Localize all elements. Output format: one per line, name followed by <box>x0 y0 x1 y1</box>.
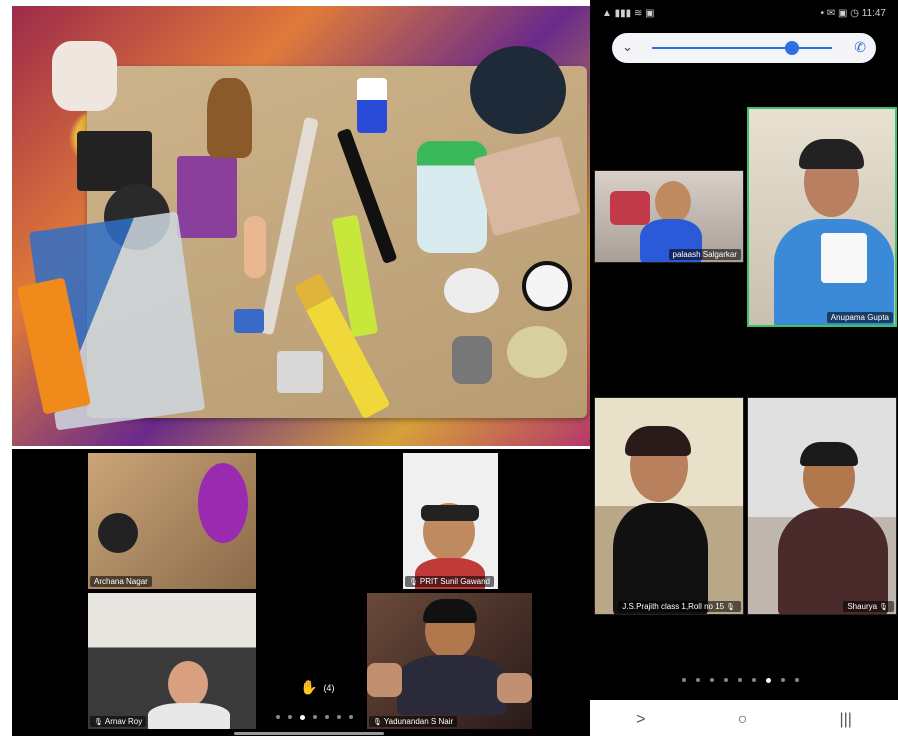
object-charger <box>77 131 152 191</box>
status-icons-left: ▲ ▮▮▮ ≋ ▣ <box>602 7 655 19</box>
meeting-gallery-left: Archana Nagar 🎙 PRIT Sunil Gawand 🎙 Arnav … <box>12 449 590 736</box>
back-button[interactable]: > <box>636 711 645 729</box>
video-tile-archana-nagar[interactable]: Archana Nagar <box>88 453 256 589</box>
mic-muted-icon: 🎙 <box>726 604 735 611</box>
page-indicator-dots-right <box>682 678 799 683</box>
participant-name-label: palaash Salgarkar <box>668 249 741 260</box>
video-tile-arnav-roy[interactable]: 🎙 Arnav Roy <box>88 593 256 729</box>
object-battery <box>357 78 387 133</box>
object-padlock <box>452 336 492 384</box>
scroll-handle[interactable] <box>234 732 384 735</box>
object-purple-clip <box>177 156 237 238</box>
participant-name-label: J.S.Prajith class 1,Roll no 15 🎙 <box>618 601 741 612</box>
mic-muted-icon: 🎙 <box>409 579 418 586</box>
home-button[interactable]: ○ <box>738 711 748 729</box>
status-bar: ▲ ▮▮▮ ≋ ▣ • ✉ ▣ ◷ 11:47 <box>590 0 898 26</box>
page-indicator-dots-left <box>276 715 353 720</box>
video-tile-prit-sunil-gawand[interactable]: 🎙 PRIT Sunil Gawand <box>403 453 498 589</box>
raised-hand-icon: ✋ <box>300 679 318 695</box>
mic-muted-icon: 🎙 <box>373 719 382 726</box>
video-tile-js-prajith[interactable]: J.S.Prajith class 1,Roll no 15 🎙 <box>594 397 744 615</box>
volume-slider-thumb[interactable] <box>785 41 799 55</box>
object-panda-toy <box>522 261 572 311</box>
mic-muted-icon: 🎙 <box>94 719 103 726</box>
object-tape-clear <box>507 326 567 378</box>
recents-button[interactable]: ||| <box>839 711 851 729</box>
chevron-down-icon[interactable]: ⌄ <box>622 39 633 55</box>
object-brush <box>207 78 252 158</box>
object-doll <box>244 216 266 278</box>
participant-name-label: 🎙 Yadunandan S Nair <box>369 716 458 727</box>
video-tile-anupama-gupta[interactable]: Anupama Gupta <box>747 107 897 327</box>
object-shells <box>52 41 117 111</box>
volume-slider-panel[interactable]: ⌄ ✆ <box>612 33 876 63</box>
participant-name-label: 🎙 Arnav Roy <box>90 716 147 727</box>
status-time: 11:47 <box>861 7 886 19</box>
participant-name-label: 🎙 PRIT Sunil Gawand <box>405 576 494 587</box>
object-stapler <box>277 351 323 393</box>
video-tile-yadunandan-s-nair[interactable]: 🎙 Yadunandan S Nair <box>367 593 532 729</box>
participant-name-label: Archana Nagar <box>90 576 152 587</box>
mic-muted-icon: 🎙 <box>879 604 888 611</box>
phone-call-icon[interactable]: ✆ <box>854 39 866 56</box>
raise-hand-count: (4) <box>323 682 335 693</box>
phone-screen: ▲ ▮▮▮ ≋ ▣ • ✉ ▣ ◷ 11:47 ⌄ ✆ palaash Salg… <box>590 0 898 739</box>
object-sharpener <box>234 309 264 333</box>
object-pot <box>470 46 566 134</box>
object-tape-dispenser <box>444 268 499 313</box>
participant-name-label: Anupama Gupta <box>826 312 893 323</box>
raise-hand-indicator: ✋ (4) <box>300 679 334 696</box>
status-right: • ✉ ▣ ◷ 11:47 <box>820 7 886 19</box>
video-tile-palaash-salgarkar[interactable]: palaash Salgarkar <box>594 170 744 263</box>
video-tile-shaurya[interactable]: Shaurya 🎙 <box>747 397 897 615</box>
shared-photo-objects <box>12 6 590 446</box>
participant-name-label: Shaurya 🎙 <box>843 601 894 612</box>
android-nav-bar: > ○ ||| <box>590 700 898 739</box>
volume-slider-track[interactable] <box>652 47 792 49</box>
